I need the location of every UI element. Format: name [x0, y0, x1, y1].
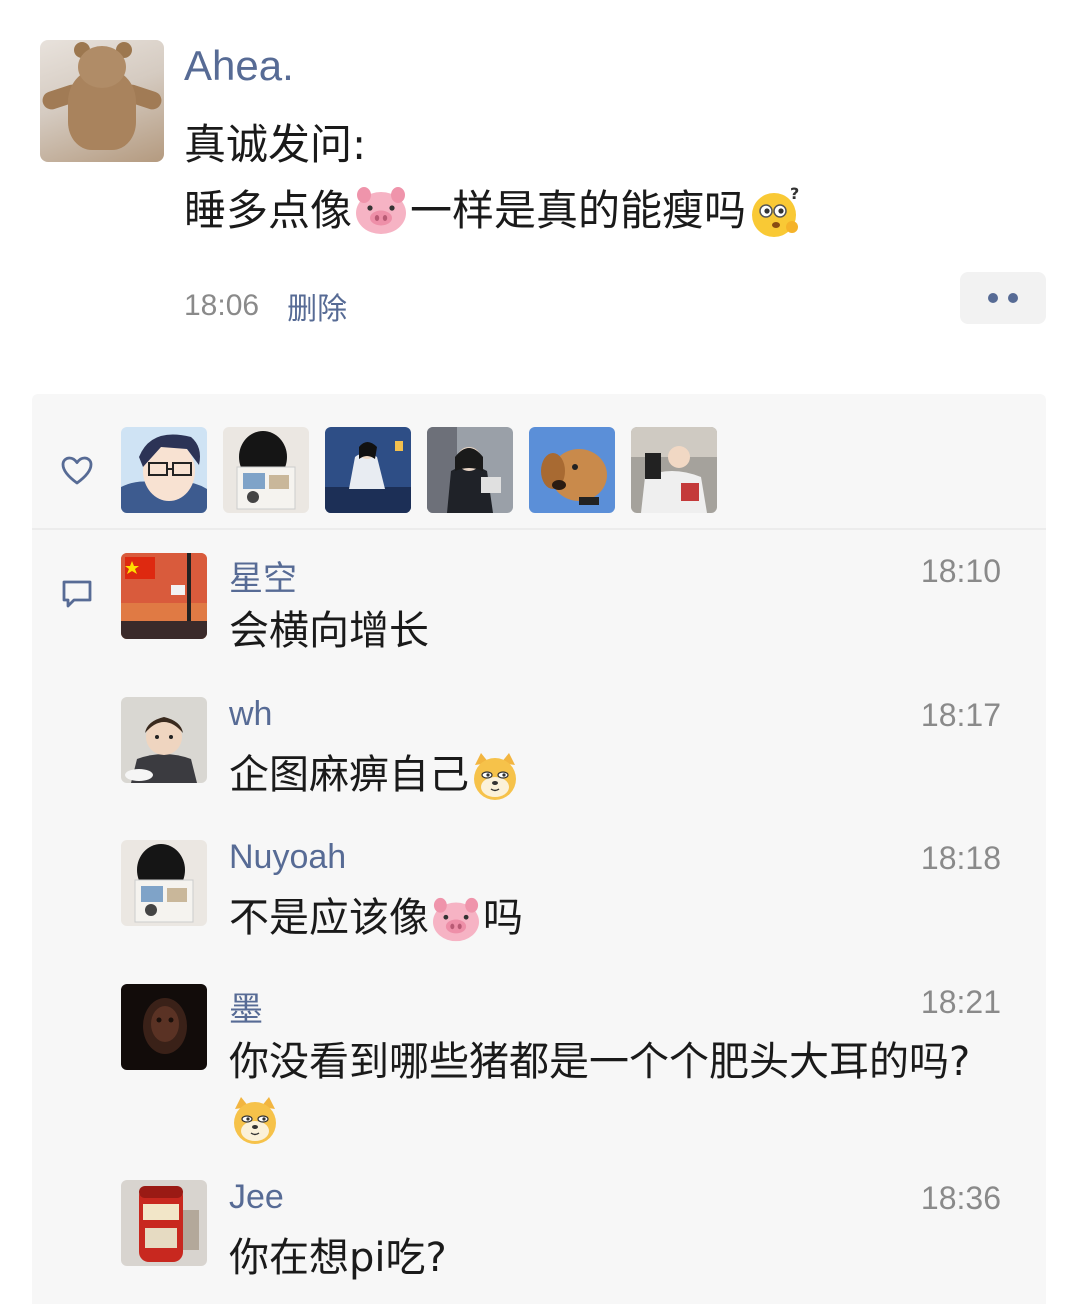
pig-emoji — [356, 187, 407, 234]
moments-post-page: Ahea. 真诚发问: 睡多点像 一样是真的能瘦吗 ? 18:06 删除 星空 … — [0, 0, 1076, 1304]
comment-icon — [62, 580, 92, 608]
post-text-line-2: 睡多点像 一样是真的能瘦吗 ? — [184, 178, 806, 244]
comment-author-name[interactable]: wh — [229, 695, 272, 734]
comment-author-name[interactable]: 墨 — [229, 982, 263, 1031]
comment-text: 你没看到哪些猪都是一个个肥头大耳的吗? — [229, 1034, 1009, 1147]
more-icon — [988, 293, 998, 303]
comment-text-body: 你没看到哪些猪都是一个个肥头大耳的吗? — [229, 1039, 971, 1085]
like-avatar[interactable] — [427, 427, 513, 513]
like-avatar[interactable] — [325, 427, 411, 513]
post-text-line-2-after: 一样是真的能瘦吗 — [410, 186, 747, 235]
post-time: 18:06 — [184, 289, 260, 322]
doge-emoji — [474, 753, 516, 800]
comment-avatar[interactable] — [121, 984, 207, 1070]
post-text: 真诚发问: 睡多点像 一样是真的能瘦吗 ? — [184, 112, 806, 244]
comment-text: 不是应该像 吗 — [229, 890, 1009, 946]
like-avatar-list — [121, 427, 717, 513]
comment-avatar[interactable] — [121, 840, 207, 926]
comment-avatar[interactable] — [121, 553, 207, 639]
post-meta-row: 18:06 删除 — [184, 284, 347, 328]
like-avatar[interactable] — [529, 427, 615, 513]
post-text-line-1: 真诚发问: — [184, 120, 367, 169]
comment-time: 18:10 — [920, 553, 1001, 589]
comment-author-name[interactable]: Jee — [229, 1178, 284, 1217]
like-avatar[interactable] — [121, 427, 207, 513]
pig-emoji — [433, 897, 479, 942]
delete-button[interactable]: 删除 — [287, 284, 347, 328]
comment-time: 18:36 — [920, 1180, 1001, 1216]
like-avatar[interactable] — [223, 427, 309, 513]
comment-text-before: 不是应该像 — [229, 895, 429, 941]
post-text-line-2-before: 睡多点像 — [184, 186, 353, 235]
thinking-emoji: ? — [752, 184, 799, 237]
comment-text: 会横向增长 — [229, 608, 429, 654]
svg-text:?: ? — [790, 184, 799, 203]
doge-emoji — [234, 1097, 276, 1144]
heart-icon — [61, 456, 93, 485]
likes-row — [32, 394, 1046, 528]
comment-text: 你在想pi吃? — [229, 1235, 447, 1281]
comment-time: 18:21 — [920, 984, 1001, 1020]
like-avatar[interactable] — [631, 427, 717, 513]
comment-time: 18:17 — [920, 697, 1001, 733]
comment-author-name[interactable]: 星空 — [229, 551, 297, 600]
comment-text: 企图麻痹自己 — [229, 747, 1009, 803]
comment-time: 18:18 — [920, 840, 1001, 876]
comment-avatar[interactable] — [121, 697, 207, 783]
more-icon-dot — [1008, 293, 1018, 303]
comment-text-body: 企图麻痹自己 — [229, 752, 469, 798]
comment-avatar[interactable] — [121, 1180, 207, 1266]
comment-text-after: 吗 — [483, 895, 523, 941]
post-author-name[interactable]: Ahea. — [184, 42, 294, 90]
comment-author-name[interactable]: Nuyoah — [229, 838, 346, 877]
interaction-panel: 星空 18:10 会横向增长 wh 18:17 企图麻痹自己 Nuyoah 18… — [32, 394, 1046, 1304]
post-author-avatar[interactable] — [40, 40, 164, 162]
more-button[interactable] — [960, 272, 1046, 324]
panel-divider — [32, 528, 1046, 530]
